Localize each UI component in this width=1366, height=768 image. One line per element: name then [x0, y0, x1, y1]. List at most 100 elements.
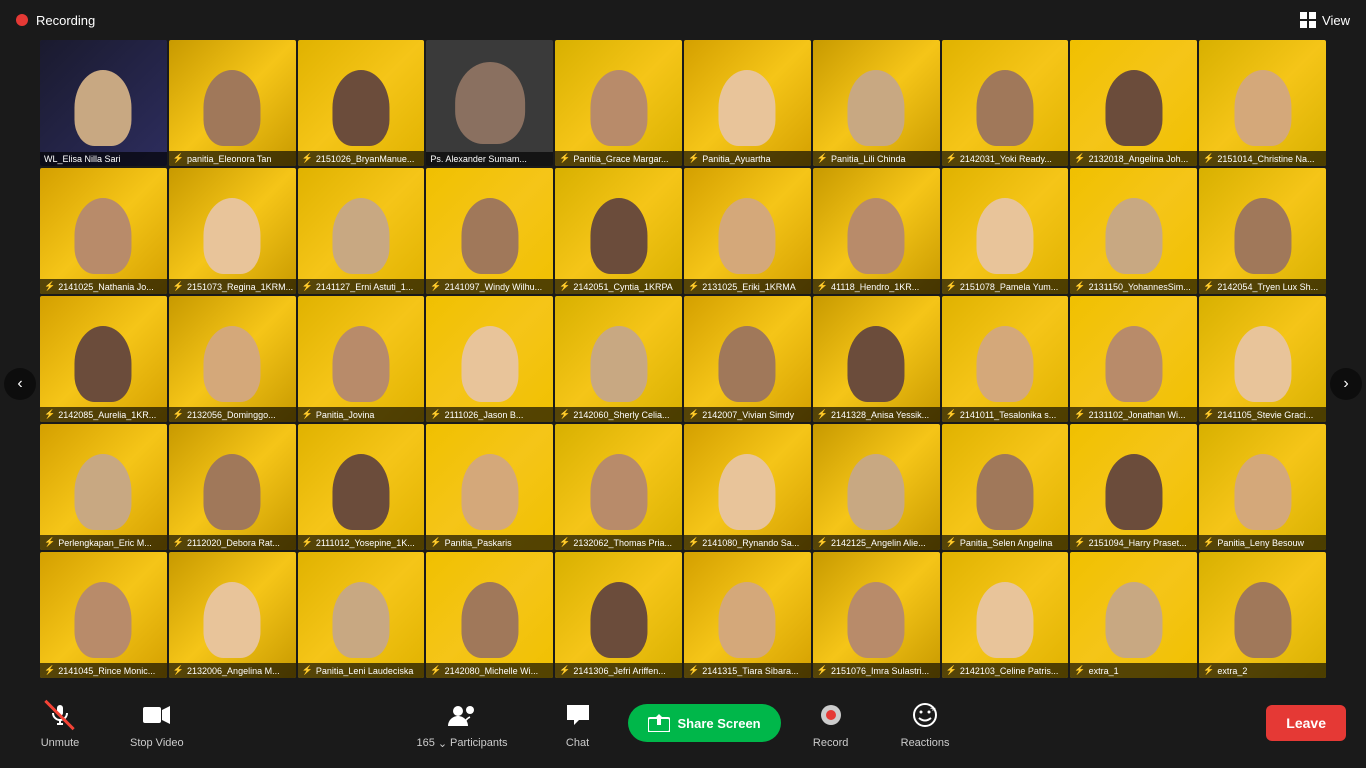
video-tile[interactable]: IMABA"Who am I?"⚡2142085_Aurelia_1KR... [40, 296, 167, 422]
video-tile[interactable]: IMABA"Who am I?"⚡2141045_Rince Monic... [40, 552, 167, 678]
toolbar-center-group: 165 ⌄ Participants Chat Share Screen [396, 689, 969, 758]
video-tile[interactable]: IMABA"Who am I?"⚡Panitia_Selen Angelina [942, 424, 1069, 550]
participants-button[interactable]: 165 ⌄ Participants [396, 689, 527, 758]
video-tile[interactable]: IMABA"Who am I?"⚡2151078_Pamela Yum... [942, 168, 1069, 294]
leave-button[interactable]: Leave [1266, 705, 1346, 741]
reactions-button[interactable]: + Reactions [881, 689, 970, 757]
video-tile[interactable]: IMABA"Who am I?"⚡Panitia_Paskaris [426, 424, 553, 550]
video-tile[interactable]: IMABA"Who am I?"⚡2151094_Harry Praset... [1070, 424, 1197, 550]
video-tile[interactable]: WL_Elisa Nilla Sari [40, 40, 167, 166]
video-tile[interactable]: IMABA"Who am I?"⚡2141306_Jefri Ariffen..… [555, 552, 682, 678]
video-tile[interactable]: IMABA"Who am I?"⚡Panitia_Lili Chinda [813, 40, 940, 166]
video-tile[interactable]: IMABA"Who am I?"⚡2141025_Nathania Jo... [40, 168, 167, 294]
record-label: Record [813, 737, 848, 749]
next-page-button[interactable]: › [1330, 368, 1362, 400]
participant-name: ⚡2131150_YohannesSim... [1070, 279, 1197, 294]
video-tile[interactable]: IMABA"Who am I?"⚡2141011_Tesalonika s... [942, 296, 1069, 422]
participant-name: ⚡2141045_Rince Monic... [40, 663, 167, 678]
video-tile[interactable]: IMABA"Who am I?"⚡2131025_Eriki_1KRMA [684, 168, 811, 294]
video-tile[interactable]: IMABA"Who am I?"⚡2132062_Thomas Pria... [555, 424, 682, 550]
toolbar-left-group: Unmute Stop Video [20, 689, 204, 757]
bottom-toolbar: Unmute Stop Video 1 [0, 678, 1366, 768]
view-button[interactable]: View [1300, 12, 1350, 28]
participant-name: ⚡2142060_Sherly Celia... [555, 407, 682, 422]
video-tile[interactable]: IMABA"Who am I?"⚡Panitia_Ayuartha [684, 40, 811, 166]
video-tile[interactable]: IMABA"Who am I?"⚡2131102_Jonathan Wi... [1070, 296, 1197, 422]
stop-video-button[interactable]: Stop Video [110, 689, 204, 757]
video-tile[interactable]: IMABA"Who am I?"⚡2112020_Debora Rat... [169, 424, 296, 550]
share-screen-button[interactable]: Share Screen [628, 704, 781, 742]
video-tile[interactable]: IMABA"Who am I?"⚡extra_2 [1199, 552, 1326, 678]
record-circle-icon [821, 705, 841, 725]
video-tile[interactable]: IMABA"Who am I?"⚡2151014_Christine Na... [1199, 40, 1326, 166]
video-tile[interactable]: IMABA"Who am I?"⚡2151076_Imra Sulastri..… [813, 552, 940, 678]
video-tile[interactable]: IMABA"Who am I?"⚡2151026_BryanManue... [298, 40, 425, 166]
participant-name: ⚡2112020_Debora Rat... [169, 535, 296, 550]
participant-name: ⚡2131102_Jonathan Wi... [1070, 407, 1197, 422]
video-tile[interactable]: IMABA"Who am I?"⚡2142031_Yoki Ready... [942, 40, 1069, 166]
participant-name: ⚡2142054_Tryen Lux Sh... [1199, 279, 1326, 294]
video-tile[interactable]: IMABA"Who am I?"⚡2111012_Yosepine_1K... [298, 424, 425, 550]
participant-name: ⚡Panitia_Leny Besouw [1199, 535, 1326, 550]
video-tile[interactable]: IMABA"Who am I?"⚡2142007_Vivian Simdy [684, 296, 811, 422]
video-tile[interactable]: IMABA"Who am I?"⚡2142060_Sherly Celia... [555, 296, 682, 422]
video-tile[interactable]: IMABA"Who am I?"⚡Panitia_Grace Margar... [555, 40, 682, 166]
video-tile[interactable]: IMABA"Who am I?"⚡2142080_Michelle Wi... [426, 552, 553, 678]
participant-name: ⚡2141127_Erni Astuti_1... [298, 279, 425, 294]
reactions-icon-container: + [907, 697, 943, 733]
participant-name: ⚡2141080_Rynando Sa... [684, 535, 811, 550]
unmute-button[interactable]: Unmute [20, 689, 100, 757]
video-tile[interactable]: Ps. Alexander Sumam... [426, 40, 553, 166]
video-tile[interactable]: IMABA"Who am I?"⚡Panitia_Leny Besouw [1199, 424, 1326, 550]
chat-button[interactable]: Chat [538, 689, 618, 757]
video-tile[interactable]: IMABA"Who am I?"⚡panitia_Eleonora Tan [169, 40, 296, 166]
svg-text:+: + [930, 704, 936, 715]
video-tile[interactable]: IMABA"Who am I?"⚡2132056_Dominggo... [169, 296, 296, 422]
record-button[interactable]: Record [791, 689, 871, 757]
video-tile[interactable]: IMABA"Who am I?"⚡2132006_Angelina M... [169, 552, 296, 678]
recording-section: Recording [16, 13, 95, 28]
video-tile[interactable]: IMABA"Who am I?"⚡Panitia_Jovina [298, 296, 425, 422]
participant-name: ⚡Panitia_Grace Margar... [555, 151, 682, 166]
reactions-icon: + [912, 702, 938, 728]
video-tile[interactable]: IMABA"Who am I?"⚡2142125_Angelin Alie... [813, 424, 940, 550]
prev-page-button[interactable]: ‹ [4, 368, 36, 400]
participant-name: ⚡Panitia_Paskaris [426, 535, 553, 550]
participant-name: WL_Elisa Nilla Sari [40, 152, 167, 166]
video-tile[interactable]: IMABA"Who am I?"⚡2132018_Angelina Joh... [1070, 40, 1197, 166]
participant-name: ⚡2142103_Celine Patris... [942, 663, 1069, 678]
video-tile[interactable]: IMABA"Who am I?"⚡Perlengkapan_Eric M... [40, 424, 167, 550]
participant-name: ⚡extra_1 [1070, 663, 1197, 678]
video-tile[interactable]: IMABA"Who am I?"⚡2142051_Cyntia_1KRPA [555, 168, 682, 294]
chat-label: Chat [566, 737, 589, 749]
record-dot-icon [826, 710, 836, 720]
participant-name: ⚡41118_Hendro_1KR... [813, 279, 940, 294]
participant-name: ⚡Panitia_Selen Angelina [942, 535, 1069, 550]
video-icon [143, 705, 171, 725]
video-tile[interactable]: IMABA"Who am I?"⚡2111026_Jason B... [426, 296, 553, 422]
chat-icon [565, 703, 591, 727]
video-tile[interactable]: IMABA"Who am I?"⚡2141097_Windy Wilhu... [426, 168, 553, 294]
video-grid: WL_Elisa Nilla SariIMABA"Who am I?"⚡pani… [40, 40, 1326, 678]
participant-name: ⚡2132018_Angelina Joh... [1070, 151, 1197, 166]
video-tile[interactable]: IMABA"Who am I?"⚡2142054_Tryen Lux Sh... [1199, 168, 1326, 294]
participant-name: ⚡2141105_Stevie Graci... [1199, 407, 1326, 422]
video-tile[interactable]: IMABA"Who am I?"⚡Panitia_Leni Laudeciska [298, 552, 425, 678]
video-tile[interactable]: IMABA"Who am I?"⚡2131150_YohannesSim... [1070, 168, 1197, 294]
video-tile[interactable]: IMABA"Who am I?"⚡41118_Hendro_1KR... [813, 168, 940, 294]
video-tile[interactable]: IMABA"Who am I?"⚡2141328_Anisa Yessik... [813, 296, 940, 422]
chat-icon-container [560, 697, 596, 733]
video-tile[interactable]: IMABA"Who am I?"⚡2142103_Celine Patris..… [942, 552, 1069, 678]
participant-name: ⚡2132006_Angelina M... [169, 663, 296, 678]
video-tile[interactable]: IMABA"Who am I?"⚡extra_1 [1070, 552, 1197, 678]
video-tile[interactable]: IMABA"Who am I?"⚡2141315_Tiara Sibara... [684, 552, 811, 678]
recording-indicator [16, 14, 28, 26]
participant-name: ⚡2141025_Nathania Jo... [40, 279, 167, 294]
video-tile[interactable]: IMABA"Who am I?"⚡2141127_Erni Astuti_1..… [298, 168, 425, 294]
video-tile[interactable]: IMABA"Who am I?"⚡2141105_Stevie Graci... [1199, 296, 1326, 422]
video-icon-container [139, 697, 175, 733]
video-tile[interactable]: IMABA"Who am I?"⚡2141080_Rynando Sa... [684, 424, 811, 550]
participant-name: Ps. Alexander Sumam... [426, 152, 553, 166]
participant-name: ⚡Perlengkapan_Eric M... [40, 535, 167, 550]
video-tile[interactable]: IMABA"Who am I?"⚡2151073_Regina_1KRM... [169, 168, 296, 294]
